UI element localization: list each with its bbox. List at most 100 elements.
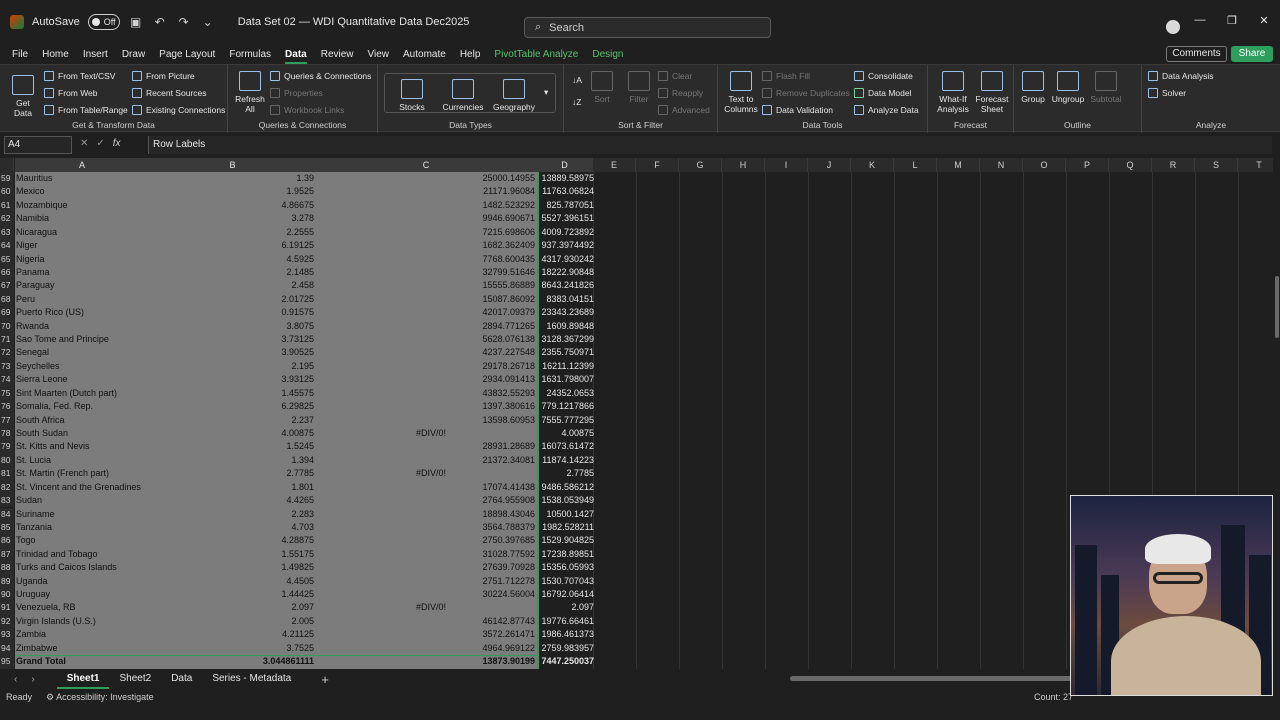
row-label-cell[interactable]: Panama [16,266,150,279]
value-cell-c[interactable]: 1397.380616 [316,400,537,413]
value-cell-b[interactable]: 6.19125 [150,239,316,252]
row-header[interactable]: 65 [0,252,14,266]
sheet-tab-sheet1[interactable]: Sheet1 [56,669,110,689]
value-cell-d[interactable]: 8643.241826 [538,279,594,292]
row-header[interactable]: 88 [0,561,14,575]
column-header-h[interactable]: H [722,158,765,172]
customize-qat-icon[interactable]: ⌄ [200,15,216,29]
forecast-sheet-button[interactable]: Forecast Sheet [974,71,1010,114]
column-header-d[interactable]: D [537,158,593,172]
value-cell-b[interactable]: 3.90525 [150,346,316,359]
tab-file[interactable]: File [12,49,28,60]
row-header[interactable]: 84 [0,507,14,521]
value-cell-c[interactable]: 25000.14955 [316,172,537,185]
row-header[interactable]: 90 [0,588,14,602]
value-cell-b[interactable]: 3.044861111 [150,655,316,668]
get-data-button[interactable]: Get Data [8,75,38,118]
row-header[interactable]: 81 [0,467,14,481]
value-cell-d[interactable]: 1982.528211 [538,521,594,534]
document-title[interactable]: Data Set 02 — WDI Quantitative Data Dec2… [238,16,470,28]
value-cell-d[interactable]: 10500.1427 [538,508,594,521]
row-header[interactable]: 67 [0,279,14,293]
row-header[interactable]: 87 [0,547,14,562]
value-cell-b[interactable]: 1.49825 [150,561,316,574]
row-header[interactable]: 71 [0,333,14,347]
value-cell-b[interactable]: 3.7525 [150,642,316,655]
row-header[interactable]: 93 [0,628,14,642]
tab-automate[interactable]: Automate [403,49,446,60]
column-header-e[interactable]: E [593,158,636,172]
autosave-toggle[interactable]: Off [87,14,120,30]
value-cell-c[interactable]: 1682.362409 [316,239,537,252]
tab-formulas[interactable]: Formulas [229,49,271,60]
row-header[interactable]: 72 [0,346,14,360]
row-label-cell[interactable]: South Sudan [16,427,150,440]
value-cell-c[interactable]: 3564.788379 [316,521,537,534]
row-label-cell[interactable]: Zimbabwe [16,642,150,655]
prev-sheet-icon[interactable]: ‹ [14,674,17,685]
queries-connections-button[interactable]: Queries & Connections [270,71,371,81]
row-label-cell[interactable]: Sierra Leone [16,373,150,386]
accessibility-status[interactable]: ⚙ Accessibility: Investigate [46,692,154,703]
value-cell-d[interactable]: 4.00875 [538,427,594,440]
value-cell-d[interactable]: 1538.053949 [538,494,594,507]
row-header[interactable]: 59 [0,172,14,186]
data-validation-button[interactable]: Data Validation [762,105,833,115]
value-cell-b[interactable]: 2.1485 [150,266,316,279]
value-cell-d[interactable]: 16792.06414 [538,588,594,601]
value-cell-d[interactable]: 1530.707043 [538,575,594,588]
row-label-cell[interactable]: Rwanda [16,320,150,333]
row-header[interactable]: 82 [0,480,14,495]
row-label-cell[interactable]: Grand Total [16,655,150,668]
ungroup-button[interactable]: Ungroup [1050,71,1086,104]
value-cell-b[interactable]: 2.283 [150,508,316,521]
value-cell-b[interactable]: 4.00875 [150,427,316,440]
row-label-cell[interactable]: Nigeria [16,253,150,266]
value-cell-b[interactable]: 6.29825 [150,400,316,413]
analyze-data-button[interactable]: Analyze Data [854,105,919,115]
value-cell-d[interactable]: 1986.461373 [538,628,594,641]
value-cell-b[interactable]: 2.097 [150,601,316,614]
value-cell-c[interactable]: 5628.076138 [316,333,537,346]
row-label-cell[interactable]: Suriname [16,508,150,521]
redo-icon[interactable]: ↷ [176,15,192,29]
tab-home[interactable]: Home [42,49,69,60]
column-header-r[interactable]: R [1152,158,1195,172]
tab-insert[interactable]: Insert [83,49,108,60]
select-all-corner[interactable] [0,158,14,172]
value-cell-d[interactable]: 779.1217866 [538,400,594,413]
error-cell[interactable]: #DIV/0! [316,467,446,480]
value-cell-c[interactable]: 15555.86889 [316,279,537,292]
row-label-cell[interactable]: St. Kitts and Nevis [16,440,150,453]
flash-fill-button[interactable]: Flash Fill [762,71,810,81]
reapply-button[interactable]: Reapply [658,88,703,98]
value-cell-d[interactable]: 13889.58975 [538,172,594,185]
from-web-button[interactable]: From Web [44,88,98,98]
value-cell-c[interactable]: 2764.955908 [316,494,537,507]
enter-icon[interactable]: ✓ [96,138,104,149]
row-label-cell[interactable]: Virgin Islands (U.S.) [16,615,150,628]
value-cell-d[interactable]: 1529.904825 [538,534,594,547]
tab-view[interactable]: View [368,49,390,60]
from-picture-button[interactable]: From Picture [132,71,195,81]
row-header[interactable]: 91 [0,601,14,615]
scrollbar-thumb[interactable] [1275,276,1279,338]
comments-button[interactable]: Comments [1166,46,1227,62]
value-cell-b[interactable]: 1.45575 [150,387,316,400]
value-cell-d[interactable]: 2759.983957 [538,642,594,655]
row-header[interactable]: 76 [0,400,14,414]
value-cell-d[interactable]: 4009.723892 [538,226,594,239]
value-cell-d[interactable]: 2.097 [538,601,594,614]
row-label-cell[interactable]: Turks and Caicos Islands [16,561,150,574]
value-cell-d[interactable]: 23343.23689 [538,306,594,319]
insert-function-button[interactable]: fx [113,138,121,149]
value-cell-d[interactable]: 8383.04151 [538,293,594,306]
sort-az-icon[interactable]: ↓A [572,75,582,85]
value-cell-c[interactable]: 21372.34081 [316,454,537,467]
from-table-range-button[interactable]: From Table/Range [44,105,128,115]
sheet-tab-data[interactable]: Data [161,669,202,689]
column-header-o[interactable]: O [1023,158,1066,172]
value-cell-d[interactable]: 937.3974492 [538,239,594,252]
what-if-analysis-button[interactable]: What-If Analysis [932,71,974,114]
value-cell-b[interactable]: 4.21125 [150,628,316,641]
